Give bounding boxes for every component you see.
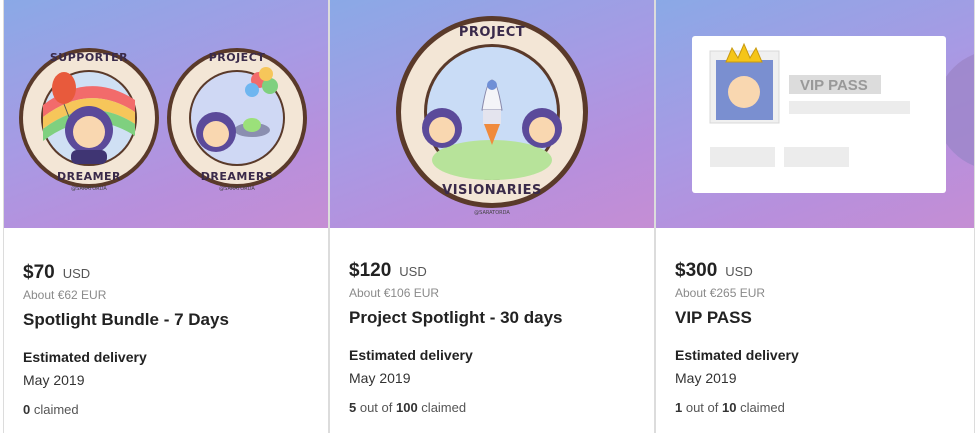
delivery-label: Estimated delivery	[349, 347, 473, 363]
claimed-status: 1 out of 10 claimed	[675, 400, 785, 415]
reward-card-vip-pass[interactable]: VIP PASS $300 USD About €265 EUR VIP PAS…	[655, 0, 975, 433]
reward-price: $300	[675, 260, 718, 281]
badge-1-top-text: SUPPORTER	[50, 51, 128, 64]
claimed-status: 5 out of 100 claimed	[349, 400, 467, 415]
reward-price: $70	[23, 262, 55, 283]
delivery-date: May 2019	[23, 372, 85, 388]
badge-2-credit: @SARATORDA	[219, 186, 255, 192]
badge-2-bottom-text: DREAMERS	[201, 170, 273, 183]
delivery-date: May 2019	[675, 370, 737, 386]
reward-currency: USD	[399, 264, 427, 279]
reward-currency: USD	[62, 266, 91, 281]
reward-card-project-spotlight[interactable]: PROJECT VISIONARIES @SARATORDA $120 USD …	[329, 0, 655, 433]
reward-title: VIP PASS	[675, 308, 752, 327]
supporter-dreamer-badge: SUPPORTER DREAMER @SARATORDA	[19, 48, 159, 192]
badge-1-bottom-text: DREAMER	[57, 170, 121, 183]
badge-1-credit: @SARATORDA	[71, 186, 107, 192]
reward-title: Spotlight Bundle - 7 Days	[23, 310, 229, 329]
claimed-status: 0 claimed	[23, 402, 79, 417]
reward-image-visionaries-badge: PROJECT VISIONARIES @SARATORDA	[330, 0, 654, 228]
reward-card-spotlight-bundle[interactable]: SUPPORTER DREAMER @SARATORDA PROJECT DRE…	[3, 0, 329, 433]
reward-price: $120	[349, 260, 392, 281]
delivery-date: May 2019	[349, 370, 411, 386]
badge-2-top-text: PROJECT	[209, 51, 266, 64]
reward-converted-price: About €62 EUR	[23, 288, 107, 302]
badge-bottom-text: VISIONARIES	[442, 183, 542, 198]
badge-credit: @SARATORDA	[474, 210, 510, 216]
vip-pass-label: VIP PASS	[800, 77, 868, 94]
delivery-label: Estimated delivery	[675, 347, 799, 363]
project-dreamers-badge: PROJECT DREAMERS @SARATORDA	[167, 48, 307, 192]
reward-image-badges: SUPPORTER DREAMER @SARATORDA PROJECT DRE…	[4, 0, 328, 228]
vip-pass-card: VIP PASS	[692, 36, 946, 193]
reward-image-vip-pass: VIP PASS	[656, 0, 974, 228]
reward-converted-price: About €265 EUR	[675, 286, 766, 300]
badge-top-text: PROJECT	[459, 25, 525, 40]
reward-title: Project Spotlight - 30 days	[349, 308, 563, 327]
project-visionaries-badge: PROJECT VISIONARIES @SARATORDA	[396, 16, 588, 216]
delivery-label: Estimated delivery	[23, 349, 147, 365]
reward-converted-price: About €106 EUR	[349, 286, 440, 300]
reward-currency: USD	[725, 264, 753, 279]
